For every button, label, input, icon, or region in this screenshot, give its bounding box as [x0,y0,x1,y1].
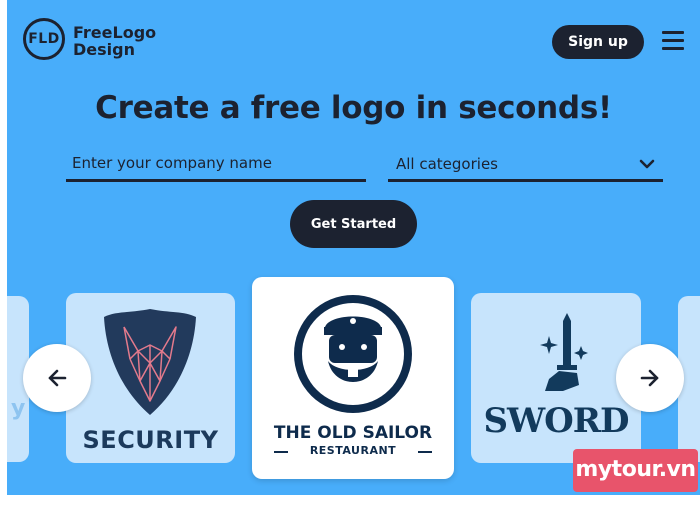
divider [418,451,432,453]
hamburger-icon[interactable] [662,30,684,50]
wolf-shield-icon [104,309,196,415]
arrow-left-icon [48,369,67,387]
logo-card-old-sailor[interactable]: THE OLD SAILOR RESTAURANT [252,277,454,479]
page-title: Create a free logo in seconds! [95,90,612,126]
card-title: SECURITY [82,426,219,454]
carousel-next-button[interactable] [616,344,684,412]
hero-section: FLD FreeLogo Design Sign up Create a fre… [7,0,700,495]
card-title: SWORD [483,401,629,441]
company-name-input[interactable] [66,148,366,178]
logo-mark[interactable]: FLD [23,18,65,60]
chevron-down-icon [639,159,655,168]
logo-line-1: FreeLogo [73,23,157,42]
card-peek-text: y [11,396,26,421]
carousel-prev-button[interactable] [23,344,91,412]
logo-line-2: Design [73,40,135,59]
watermark-badge: mytour.vn [573,449,698,492]
signup-button[interactable]: Sign up [552,25,644,59]
get-started-button[interactable]: Get Started [290,200,417,248]
sword-hand-icon [540,313,588,391]
logo-wordmark[interactable]: FreeLogo Design [73,24,173,58]
company-name-field[interactable] [66,148,366,182]
logo-card-security[interactable]: SECURITY [66,293,235,463]
category-value: All categories [396,154,498,173]
sailor-badge-icon [294,295,412,413]
card-title: THE OLD SAILOR [273,423,433,443]
arrow-right-icon [640,369,659,387]
category-select[interactable]: All categories [388,148,663,182]
